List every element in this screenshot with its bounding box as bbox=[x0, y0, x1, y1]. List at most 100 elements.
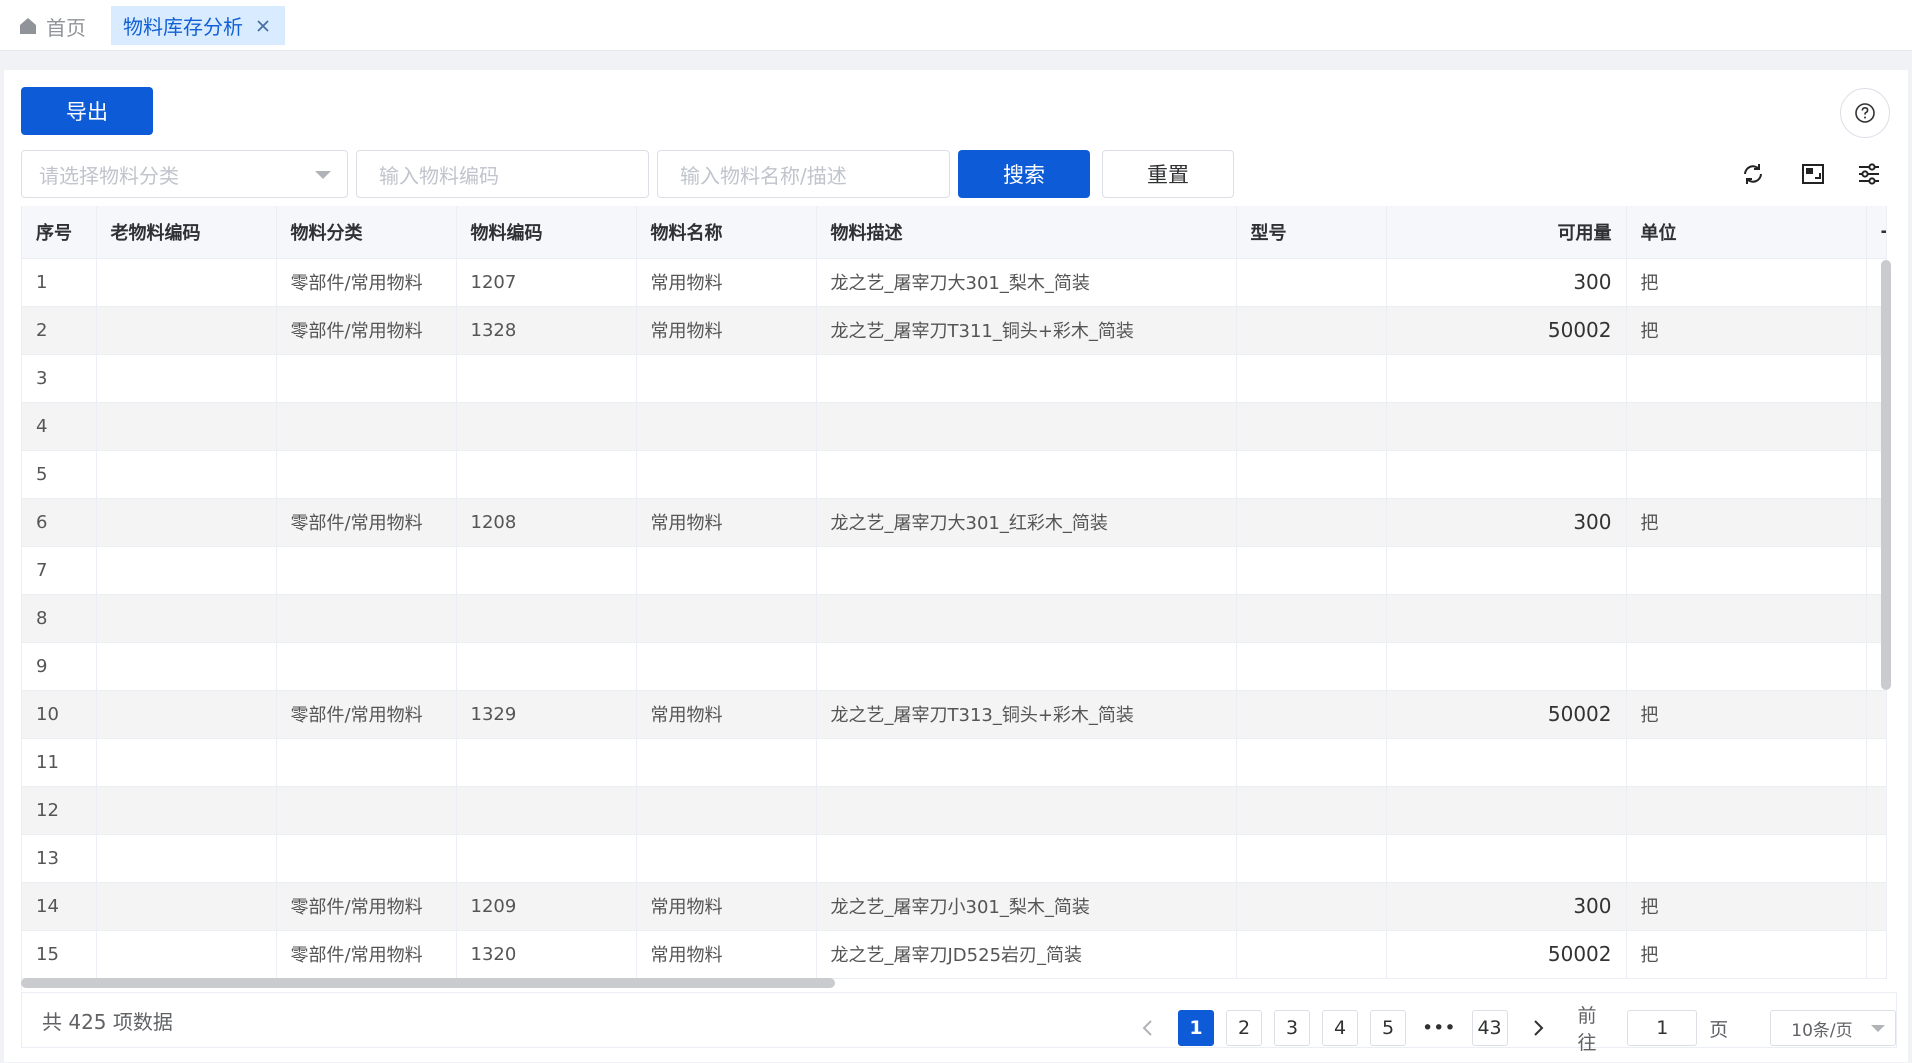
col-header-code[interactable]: 物料编码 bbox=[456, 206, 637, 259]
cell-desc: 龙之艺_屠宰刀T311_铜头+彩木_简装 bbox=[816, 306, 1237, 355]
cell-unit: 把 bbox=[1626, 258, 1867, 307]
cell-qty bbox=[1386, 450, 1627, 499]
page-size-select[interactable]: 10条/页 bbox=[1770, 1010, 1896, 1046]
caret-down-icon bbox=[1870, 1025, 1885, 1032]
cell-model bbox=[1236, 738, 1387, 787]
help-button[interactable] bbox=[1840, 88, 1890, 138]
table-row[interactable]: 7 bbox=[22, 546, 1887, 595]
table-row[interactable]: 2 零部件/常用物料 1328 常用物料 龙之艺_屠宰刀T311_铜头+彩木_简装 500… bbox=[22, 306, 1887, 355]
cell-unit bbox=[1626, 738, 1867, 787]
cell-qty: 50002 bbox=[1386, 690, 1627, 739]
col-header-category[interactable]: 物料分类 bbox=[276, 206, 457, 259]
material-code-input[interactable]: 输入物料编码 bbox=[356, 150, 649, 198]
table-row[interactable]: 5 bbox=[22, 450, 1887, 499]
page-2-button[interactable]: 2 bbox=[1226, 1010, 1262, 1046]
cell-desc: 龙之艺_屠宰刀大301_梨木_简装 bbox=[816, 258, 1237, 307]
cell-qty bbox=[1386, 402, 1627, 451]
table-row[interactable]: 13 bbox=[22, 834, 1887, 883]
tab-bar: 首页 物料库存分析 bbox=[0, 0, 1912, 51]
page-3-button[interactable]: 3 bbox=[1274, 1010, 1310, 1046]
table-row[interactable]: 3 bbox=[22, 354, 1887, 403]
cell-category: 零部件/常用物料 bbox=[276, 498, 457, 547]
next-page-button[interactable] bbox=[1519, 1010, 1556, 1046]
cell-unit: 把 bbox=[1626, 690, 1867, 739]
col-header-model[interactable]: 型号 bbox=[1236, 206, 1387, 259]
cell-old-code bbox=[96, 690, 277, 739]
cell-old-code bbox=[96, 546, 277, 595]
page-1-button[interactable]: 1 bbox=[1178, 1010, 1214, 1046]
col-header-qty[interactable]: 可用量 bbox=[1386, 206, 1627, 259]
page-last-button[interactable]: 43 bbox=[1471, 1010, 1508, 1046]
cell-code bbox=[456, 402, 637, 451]
table-row[interactable]: 14 零部件/常用物料 1209 常用物料 龙之艺_屠宰刀小301_梨木_简装 300 把 bbox=[22, 882, 1887, 931]
col-header-desc[interactable]: 物料描述 bbox=[816, 206, 1237, 259]
cell-model bbox=[1236, 450, 1387, 499]
table-row[interactable]: 11 bbox=[22, 738, 1887, 787]
vertical-scrollbar[interactable] bbox=[1881, 260, 1891, 690]
material-name-input[interactable]: 输入物料名称/描述 bbox=[657, 150, 950, 198]
page-size-value: 10条/页 bbox=[1791, 1020, 1853, 1041]
cell-name bbox=[636, 354, 817, 403]
tab-home-label: 首页 bbox=[46, 15, 86, 40]
prev-page-button[interactable] bbox=[1130, 1010, 1166, 1046]
table-row[interactable]: 1 零部件/常用物料 1207 常用物料 龙之艺_屠宰刀大301_梨木_简装 300 把 bbox=[22, 258, 1887, 307]
cell-model bbox=[1236, 258, 1387, 307]
cell-padding bbox=[1866, 834, 1887, 883]
tab-material-inventory[interactable]: 物料库存分析 bbox=[111, 6, 285, 45]
table-row[interactable]: 12 bbox=[22, 786, 1887, 835]
home-icon bbox=[20, 18, 36, 34]
table-row[interactable]: 6 零部件/常用物料 1208 常用物料 龙之艺_屠宰刀大301_红彩木_简装 300 把 bbox=[22, 498, 1887, 547]
cell-qty bbox=[1386, 738, 1627, 787]
cell-no: 14 bbox=[22, 882, 97, 931]
cell-old-code bbox=[96, 642, 277, 691]
search-button[interactable]: 搜索 bbox=[958, 150, 1090, 198]
cell-qty: 300 bbox=[1386, 498, 1627, 547]
cell-old-code bbox=[96, 402, 277, 451]
fullscreen-icon[interactable] bbox=[1800, 161, 1826, 187]
table-row[interactable]: 4 bbox=[22, 402, 1887, 451]
cell-category: 零部件/常用物料 bbox=[276, 930, 457, 979]
cell-qty: 300 bbox=[1386, 882, 1627, 931]
page-5-button[interactable]: 5 bbox=[1370, 1010, 1406, 1046]
cell-desc bbox=[816, 546, 1237, 595]
col-header-name[interactable]: 物料名称 bbox=[636, 206, 817, 259]
cell-code: 1328 bbox=[456, 306, 637, 355]
tab-home[interactable]: 首页 bbox=[18, 10, 86, 42]
col-header-index[interactable]: 序号 bbox=[22, 206, 97, 259]
col-header-unit[interactable]: 单位 bbox=[1626, 206, 1867, 259]
horizontal-scrollbar[interactable] bbox=[21, 978, 835, 988]
cell-unit: 把 bbox=[1626, 930, 1867, 979]
goto-suffix: 页 bbox=[1709, 1018, 1729, 1041]
close-icon[interactable] bbox=[255, 18, 271, 34]
cell-desc bbox=[816, 594, 1237, 643]
page-4-button[interactable]: 4 bbox=[1322, 1010, 1358, 1046]
cell-desc: 龙之艺_屠宰刀大301_红彩木_简装 bbox=[816, 498, 1237, 547]
total-count: 共 425 项数据 bbox=[42, 1009, 173, 1034]
col-header-more: - bbox=[1866, 206, 1887, 259]
table-row[interactable]: 15 零部件/常用物料 1320 常用物料 龙之艺_屠宰刀JD525岩刃_简装 50002… bbox=[22, 930, 1887, 979]
cell-padding bbox=[1866, 930, 1887, 979]
goto-page-input[interactable]: 1 bbox=[1627, 1010, 1698, 1046]
cell-name bbox=[636, 546, 817, 595]
cell-unit bbox=[1626, 642, 1867, 691]
column-settings-icon[interactable] bbox=[1856, 161, 1882, 187]
export-button[interactable]: 导出 bbox=[21, 87, 153, 135]
table-row[interactable]: 8 bbox=[22, 594, 1887, 643]
col-header-old-code[interactable]: 老物料编码 bbox=[96, 206, 277, 259]
cell-old-code bbox=[96, 834, 277, 883]
cell-model bbox=[1236, 354, 1387, 403]
category-select[interactable]: 请选择物料分类 bbox=[21, 150, 348, 198]
cell-padding bbox=[1866, 882, 1887, 931]
reset-button[interactable]: 重置 bbox=[1102, 150, 1234, 198]
table-row[interactable]: 10 零部件/常用物料 1329 常用物料 龙之艺_屠宰刀T313_铜头+彩木_简装 50… bbox=[22, 690, 1887, 739]
table-row[interactable]: 9 bbox=[22, 642, 1887, 691]
tab-active-label: 物料库存分析 bbox=[123, 15, 243, 39]
cell-qty bbox=[1386, 786, 1627, 835]
more-pages-button[interactable]: ••• bbox=[1418, 1010, 1460, 1046]
cell-unit bbox=[1626, 546, 1867, 595]
material-code-placeholder: 输入物料编码 bbox=[379, 163, 499, 188]
cell-model bbox=[1236, 402, 1387, 451]
cell-old-code bbox=[96, 594, 277, 643]
refresh-icon[interactable] bbox=[1740, 161, 1766, 187]
cell-old-code bbox=[96, 498, 277, 547]
